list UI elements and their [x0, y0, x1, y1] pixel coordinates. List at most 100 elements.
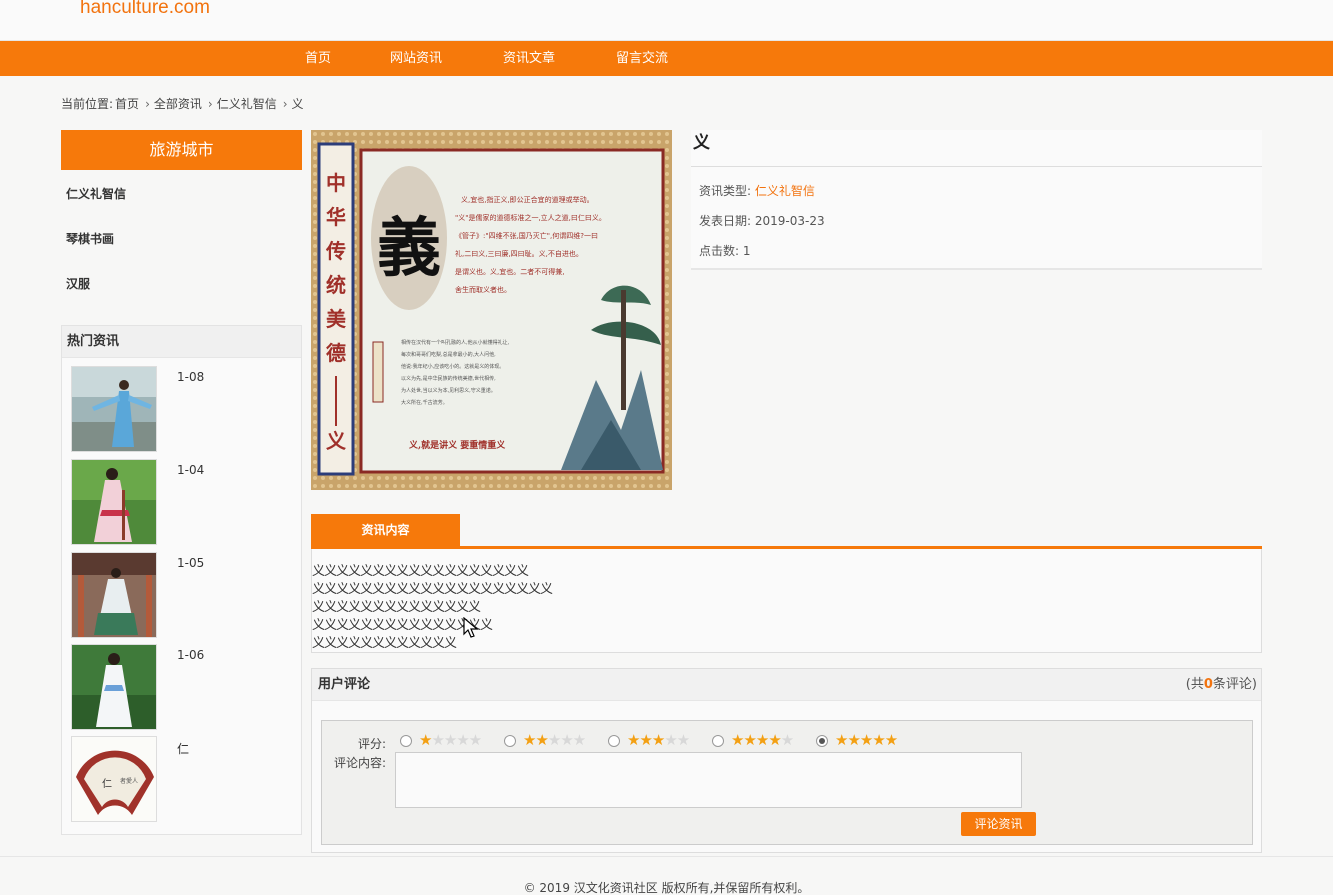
- svg-text:仁: 仁: [102, 778, 112, 790]
- category-item[interactable]: 仁义礼智信: [66, 185, 126, 202]
- breadcrumb-all-news[interactable]: 全部资讯: [154, 97, 202, 111]
- svg-text:以义为先,是中华民族的传统美德,世代相传,: 以义为先,是中华民族的传统美德,世代相传,: [401, 375, 496, 382]
- svg-text:华: 华: [326, 205, 346, 229]
- star-rating-4-icon: ★★★★★: [731, 731, 794, 749]
- site-logo[interactable]: hanculture.com: [80, 0, 210, 19]
- svg-text:礼,二曰义,三曰廉,四曰耻。义,不自进也。: 礼,二曰义,三曰廉,四曰耻。义,不自进也。: [455, 249, 583, 258]
- hot-news-title-text: 仁: [177, 742, 190, 756]
- article-info: 义 资讯类型: 仁义礼智信 发表日期: 2019-03-23 点击数: 1: [691, 130, 1262, 270]
- category-item[interactable]: 汉服: [66, 275, 90, 292]
- hot-news-thumbnail[interactable]: [71, 366, 157, 452]
- comment-textarea[interactable]: [395, 752, 1022, 808]
- breadcrumb-category[interactable]: 仁义礼智信: [217, 97, 277, 111]
- svg-text:义,宜也,指正义,即公正合宜的道理或举动。: 义,宜也,指正义,即公正合宜的道理或举动。: [461, 195, 594, 204]
- hot-news-date: 1-08: [177, 370, 205, 384]
- svg-text:他说:我年纪小,应该吃小的。这就是义的体现。: 他说:我年纪小,应该吃小的。这就是义的体现。: [401, 363, 504, 370]
- article-type-link[interactable]: 仁义礼智信: [755, 184, 815, 198]
- footer: © 2019 汉文化资讯社区 版权所有,并保留所有权利。: [0, 856, 1333, 895]
- breadcrumb-current: 义: [291, 97, 304, 111]
- star-rating-5-icon: ★★★★★: [835, 731, 898, 749]
- chevron-right-icon: ›: [282, 97, 288, 111]
- content-tab-bar: 资讯内容: [311, 514, 1262, 549]
- content-line: 义义义义义义义义义义义义: [312, 636, 457, 651]
- tab-news-content[interactable]: 资讯内容: [311, 514, 460, 547]
- mouse-cursor-icon: [463, 616, 479, 642]
- rating-radio-1[interactable]: [400, 735, 412, 747]
- content-line: 义义义义义义义义义义义义义义: [312, 600, 481, 615]
- hot-news-date: 1-05: [177, 556, 205, 570]
- comments-header: 用户评论 (共0条评论): [312, 669, 1261, 701]
- category-header: 旅游城市: [61, 130, 302, 170]
- comments-count: (共0条评论): [1185, 677, 1257, 692]
- rating-radio-4[interactable]: [712, 735, 724, 747]
- svg-text:统: 统: [326, 273, 346, 297]
- article-content: 义义义义义义义义义义义义义义义义义义 义义义义义义义义义义义义义义义义义义义义 …: [311, 549, 1262, 653]
- breadcrumb-prefix: 当前位置:: [61, 97, 114, 111]
- category-item[interactable]: 琴棋书画: [66, 230, 114, 247]
- article-type-label: 资讯类型:: [699, 184, 752, 198]
- svg-text:《管子》:"四维不张,国乃灭亡",何谓四维?一曰: 《管子》:"四维不张,国乃灭亡",何谓四维?一曰: [455, 231, 598, 240]
- svg-text:传: 传: [325, 239, 346, 263]
- hot-news-item[interactable]: 1-06: [71, 644, 291, 732]
- rating-label: 评分:: [357, 737, 386, 751]
- hot-news-date: 1-04: [177, 463, 205, 477]
- svg-text:相传在汉代有一个叫孔融的人,他从小就懂得礼让,: 相传在汉代有一个叫孔融的人,他从小就懂得礼让,: [401, 339, 510, 346]
- star-rating-3-icon: ★★★★★: [627, 731, 690, 749]
- comments-title: 用户评论: [318, 677, 371, 692]
- breadcrumb: 当前位置: 首页 › 全部资讯 › 仁义礼智信 › 义: [61, 95, 306, 112]
- article-date-row: 发表日期: 2019-03-23: [699, 212, 825, 229]
- comment-form: 评分: ★★★★★ ★★★★★ ★★★★★ ★★★★★ ★★★★★ 评论内容: …: [321, 720, 1253, 845]
- main-navbar: 首页 网站资讯 资讯文章 留言交流: [0, 41, 1333, 76]
- svg-text:是谓义也。义,宜也。二者不可得兼,: 是谓义也。义,宜也。二者不可得兼,: [455, 267, 564, 276]
- svg-text:美: 美: [326, 307, 347, 331]
- article-clicks-row: 点击数: 1: [699, 242, 751, 259]
- top-bar: hanculture.com: [0, 0, 1333, 41]
- hot-news-item[interactable]: 1-05: [71, 552, 291, 640]
- chevron-right-icon: ›: [207, 97, 213, 111]
- svg-text:大义所在,千古流芳。: 大义所在,千古流芳。: [401, 399, 448, 406]
- content-line: 义义义义义义义义义义义义义义义义义义义义: [312, 582, 553, 597]
- hot-news-thumbnail[interactable]: [71, 552, 157, 638]
- rating-radio-3[interactable]: [608, 735, 620, 747]
- article-date-label: 发表日期:: [699, 214, 752, 228]
- article-clicks-label: 点击数:: [699, 244, 740, 258]
- svg-text:每次和哥哥们吃梨,总是拿最小的,大人问他,: 每次和哥哥们吃梨,总是拿最小的,大人问他,: [401, 351, 496, 358]
- article-type-row: 资讯类型: 仁义礼智信: [699, 182, 815, 199]
- svg-text:舍生而取义者也。: 舍生而取义者也。: [455, 285, 511, 294]
- svg-text:中: 中: [326, 171, 346, 195]
- chevron-right-icon: ›: [145, 97, 150, 111]
- article-title: 义: [691, 130, 1262, 167]
- hot-news-item[interactable]: 仁 者愛人 仁: [71, 736, 291, 824]
- svg-text:为人处世,当以义为本,见利思义,守义重诺。: 为人处世,当以义为本,见利思义,守义重诺。: [401, 387, 496, 394]
- svg-text:者愛人: 者愛人: [120, 777, 138, 785]
- submit-comment-button[interactable]: 评论资讯: [961, 812, 1036, 836]
- comments-panel: 用户评论 (共0条评论) 评分: ★★★★★ ★★★★★ ★★★★★ ★★★★★…: [311, 668, 1262, 853]
- svg-text:德: 德: [326, 341, 346, 365]
- hot-news-thumbnail[interactable]: 仁 者愛人: [71, 736, 157, 822]
- breadcrumb-home[interactable]: 首页: [115, 97, 139, 111]
- hot-news-thumbnail[interactable]: [71, 644, 157, 730]
- rating-radio-5[interactable]: [816, 735, 828, 747]
- star-rating-2-icon: ★★★★★: [523, 731, 586, 749]
- hot-news-date: 1-06: [177, 648, 205, 662]
- article-image: 中 华 传 统 美 德 义 義 义,宜也,指正义,即公正合宜的道理或举动。 "义…: [311, 130, 672, 490]
- hot-news-item[interactable]: 1-08: [71, 366, 291, 454]
- nav-item-articles[interactable]: 资讯文章: [503, 41, 555, 76]
- nav-item-site-news[interactable]: 网站资讯: [390, 41, 442, 76]
- star-rating-1-icon: ★★★★★: [419, 731, 482, 749]
- nav-item-home[interactable]: 首页: [305, 41, 331, 76]
- nav-item-messages[interactable]: 留言交流: [616, 41, 668, 76]
- svg-text:义: 义: [326, 429, 346, 453]
- svg-text:"义"是儒家的道德标准之一,立人之道,曰仁曰义。: "义"是儒家的道德标准之一,立人之道,曰仁曰义。: [455, 213, 606, 222]
- content-line: 义义义义义义义义义义义义义义义义义义: [312, 564, 529, 579]
- hot-news-thumbnail[interactable]: [71, 459, 157, 545]
- rating-radio-2[interactable]: [504, 735, 516, 747]
- hot-news-panel: 热门资讯 1-08 1-04 1-05 1-06 仁 者愛人 仁: [61, 325, 302, 835]
- article-clicks-value: 1: [742, 244, 751, 258]
- comment-content-label: 评论内容:: [333, 756, 386, 770]
- hot-news-item[interactable]: 1-04: [71, 459, 291, 547]
- svg-text:义,就是讲义 要重情重义: 义,就是讲义 要重情重义: [408, 439, 506, 451]
- article-date-value: 2019-03-23: [754, 214, 825, 228]
- content-line: 义义义义义义义义义义义义义义义: [312, 618, 493, 633]
- copyright-text: © 2019 汉文化资讯社区 版权所有,并保留所有权利。: [523, 881, 810, 895]
